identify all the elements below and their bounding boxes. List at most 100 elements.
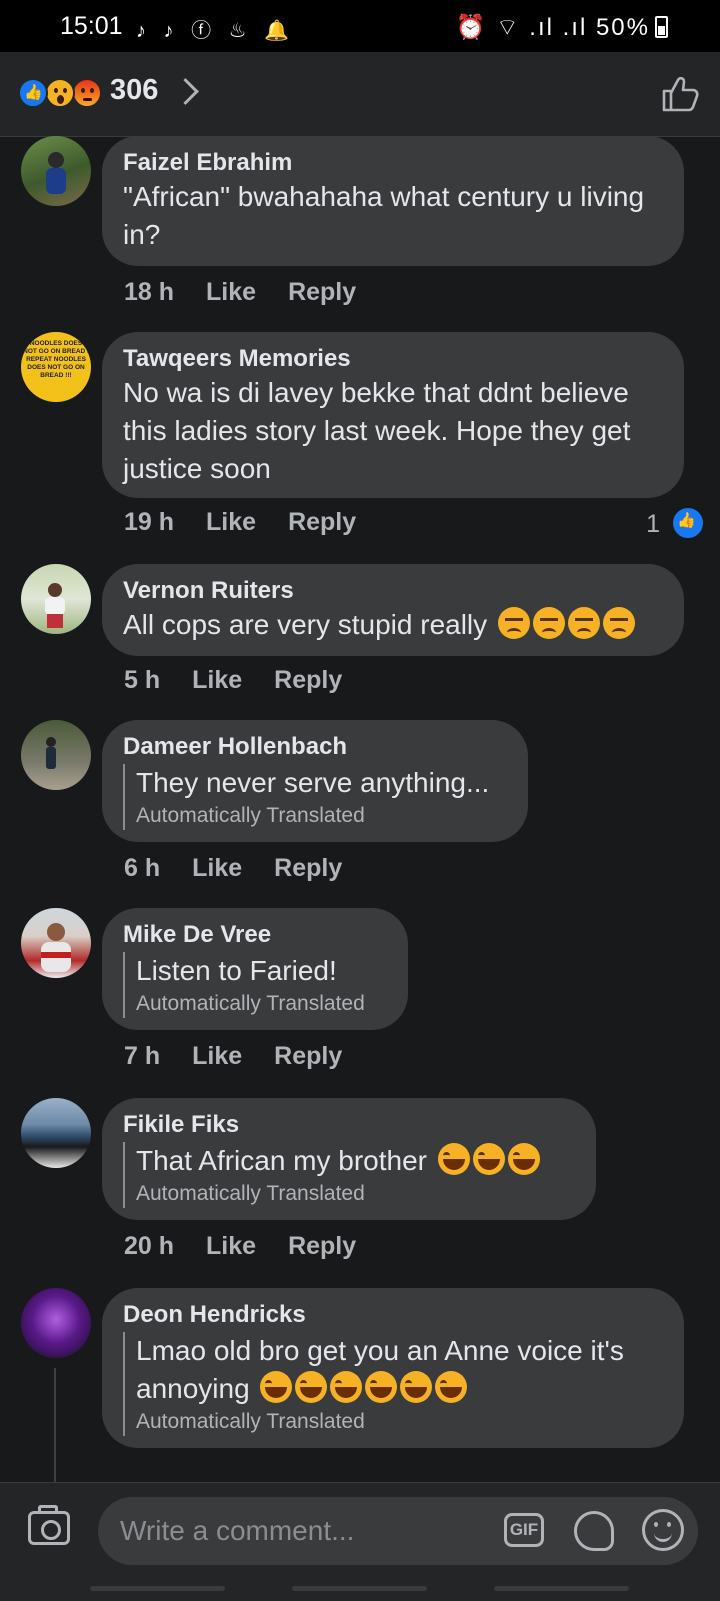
joy-emoji-icon	[400, 1371, 433, 1403]
wow-reaction-icon	[45, 78, 75, 108]
comment-bubble[interactable]: Fikile Fiks That African my brother Auto…	[102, 1098, 596, 1220]
reply-button[interactable]: Reply	[274, 1042, 342, 1071]
comment-text: Lmao old bro get you an Anne voice it's	[136, 1335, 624, 1366]
translated-block: They never serve anything... Automatical…	[123, 764, 508, 830]
comment-text: "African" bwahahaha what century u livin…	[123, 181, 645, 250]
comment-actions: 20 h Like Reply	[124, 1232, 388, 1261]
like-badge-icon	[671, 506, 705, 540]
avatar[interactable]	[21, 1098, 91, 1168]
comment-time: 20 h	[124, 1232, 175, 1260]
comment-text-row: That African my brother	[136, 1142, 576, 1180]
notification-icons: ♪ ♪ ⓕ ♨ 🔔	[136, 20, 296, 42]
comment-text: annoying	[136, 1373, 250, 1404]
person-photo-icon	[46, 737, 56, 769]
comment-time: 6 h	[124, 854, 161, 882]
camera-icon[interactable]	[28, 1505, 70, 1545]
auto-translated-note[interactable]: Automatically Translated	[136, 1408, 664, 1436]
like-button[interactable]: Like	[192, 854, 242, 883]
comment-time: 7 h	[124, 1042, 161, 1070]
comment-bubble[interactable]: Faizel Ebrahim "African" bwahahaha what …	[102, 136, 684, 266]
avatar[interactable]	[21, 564, 91, 634]
angry-face-icon	[497, 607, 530, 639]
joy-emoji-icon	[295, 1371, 328, 1403]
comments-feed[interactable]: Faizel Ebrahim "African" bwahahaha what …	[0, 136, 720, 1482]
comment-text: That African my brother	[136, 1145, 428, 1176]
avatar-text: NOODLES DOES NOT GO ON BREAD I REPEAT NO…	[23, 340, 89, 379]
angry-reaction-icon	[72, 78, 102, 108]
like-button[interactable]: Like	[192, 666, 242, 695]
gif-button[interactable]: GIF	[504, 1513, 544, 1547]
translated-block: Lmao old bro get you an Anne voice it's …	[123, 1332, 664, 1436]
auto-translated-note[interactable]: Automatically Translated	[136, 990, 388, 1018]
like-button[interactable]: Like	[206, 508, 256, 537]
joy-emoji-icon	[260, 1371, 293, 1403]
comment-author[interactable]: Deon Hendricks	[123, 1300, 664, 1330]
comment-bubble[interactable]: Vernon Ruiters All cops are very stupid …	[102, 564, 684, 656]
chevron-right-icon[interactable]	[172, 78, 199, 105]
comment-text-row: All cops are very stupid really	[123, 606, 664, 644]
nav-back-hint[interactable]	[494, 1586, 629, 1591]
avatar[interactable]	[21, 908, 91, 978]
comment-author[interactable]: Dameer Hollenbach	[123, 732, 508, 762]
comment-bubble[interactable]: Dameer Hollenbach They never serve anyth…	[102, 720, 528, 842]
comment-time: 5 h	[124, 666, 161, 694]
comment-actions: 18 h Like Reply	[124, 278, 388, 307]
auto-translated-note[interactable]: Automatically Translated	[136, 802, 508, 830]
comment-text: They never serve anything...	[136, 767, 490, 798]
comment-text: All cops are very stupid really	[123, 609, 488, 640]
status-time: 15:01	[60, 12, 123, 40]
system-status-text: ⏰ ⌔ .ıl .ıl 50%	[455, 14, 650, 41]
battery-icon	[655, 16, 668, 38]
reply-button[interactable]: Reply	[288, 278, 356, 307]
thumbs-up-icon[interactable]	[660, 74, 700, 114]
emoji-icon[interactable]	[642, 1509, 684, 1551]
comment-composer: GIF	[0, 1482, 720, 1601]
sticker-icon[interactable]	[574, 1511, 614, 1551]
avatar[interactable]	[21, 136, 91, 206]
like-reaction-icon	[18, 78, 48, 108]
joy-emoji-icon	[365, 1371, 398, 1403]
reply-button[interactable]: Reply	[288, 508, 356, 537]
comment-like-count[interactable]: 1	[646, 510, 660, 539]
avatar[interactable]	[21, 1288, 91, 1358]
comment-bubble[interactable]: Mike De Vree Listen to Faried! Automatic…	[102, 908, 408, 1030]
reaction-count[interactable]: 306	[110, 74, 158, 107]
angry-face-icon	[532, 607, 565, 639]
avatar[interactable]	[21, 720, 91, 790]
person-photo-icon	[41, 923, 71, 972]
nav-home-hint[interactable]	[292, 1586, 427, 1591]
auto-translated-note[interactable]: Automatically Translated	[136, 1180, 576, 1208]
status-bar: 15:01 ♪ ♪ ⓕ ♨ 🔔 ⏰ ⌔ .ıl .ıl 50%	[0, 0, 720, 52]
comment-author[interactable]: Vernon Ruiters	[123, 576, 664, 606]
reply-button[interactable]: Reply	[288, 1232, 356, 1261]
like-button[interactable]: Like	[206, 1232, 256, 1261]
reply-button[interactable]: Reply	[274, 854, 342, 883]
comment-actions: 7 h Like Reply	[124, 1042, 374, 1071]
like-button[interactable]: Like	[206, 278, 256, 307]
comment-time: 19 h	[124, 508, 175, 536]
reactions-header[interactable]: 306	[0, 52, 720, 137]
comment-actions: 6 h Like Reply	[124, 854, 374, 883]
comment-author[interactable]: Tawqeers Memories	[123, 344, 664, 374]
comment-bubble[interactable]: Tawqeers Memories No wa is di lavey bekk…	[102, 332, 684, 498]
joy-emoji-icon	[330, 1371, 363, 1403]
person-photo-icon	[46, 152, 66, 194]
comment-author[interactable]: Faizel Ebrahim	[123, 148, 664, 178]
comment-text: No wa is di lavey bekke that ddnt believ…	[123, 377, 631, 484]
reply-button[interactable]: Reply	[274, 666, 342, 695]
translated-block: That African my brother Automatically Tr…	[123, 1142, 576, 1208]
comment-text: Listen to Faried!	[136, 955, 337, 986]
steam-face-icon	[602, 607, 635, 639]
comment-author[interactable]: Mike De Vree	[123, 920, 388, 950]
nav-recent-hint[interactable]	[90, 1586, 225, 1591]
comment-bubble[interactable]: Deon Hendricks Lmao old bro get you an A…	[102, 1288, 684, 1448]
comment-actions: 5 h Like Reply	[124, 666, 374, 695]
avatar[interactable]: NOODLES DOES NOT GO ON BREAD I REPEAT NO…	[21, 332, 91, 402]
joy-emoji-icon	[435, 1371, 468, 1403]
like-button[interactable]: Like	[192, 1042, 242, 1071]
comment-text-row: annoying	[136, 1370, 664, 1408]
comment-author[interactable]: Fikile Fiks	[123, 1110, 576, 1140]
translated-block: Listen to Faried! Automatically Translat…	[123, 952, 388, 1018]
rofl-emoji-icon	[437, 1143, 470, 1175]
thread-line	[54, 1368, 56, 1482]
